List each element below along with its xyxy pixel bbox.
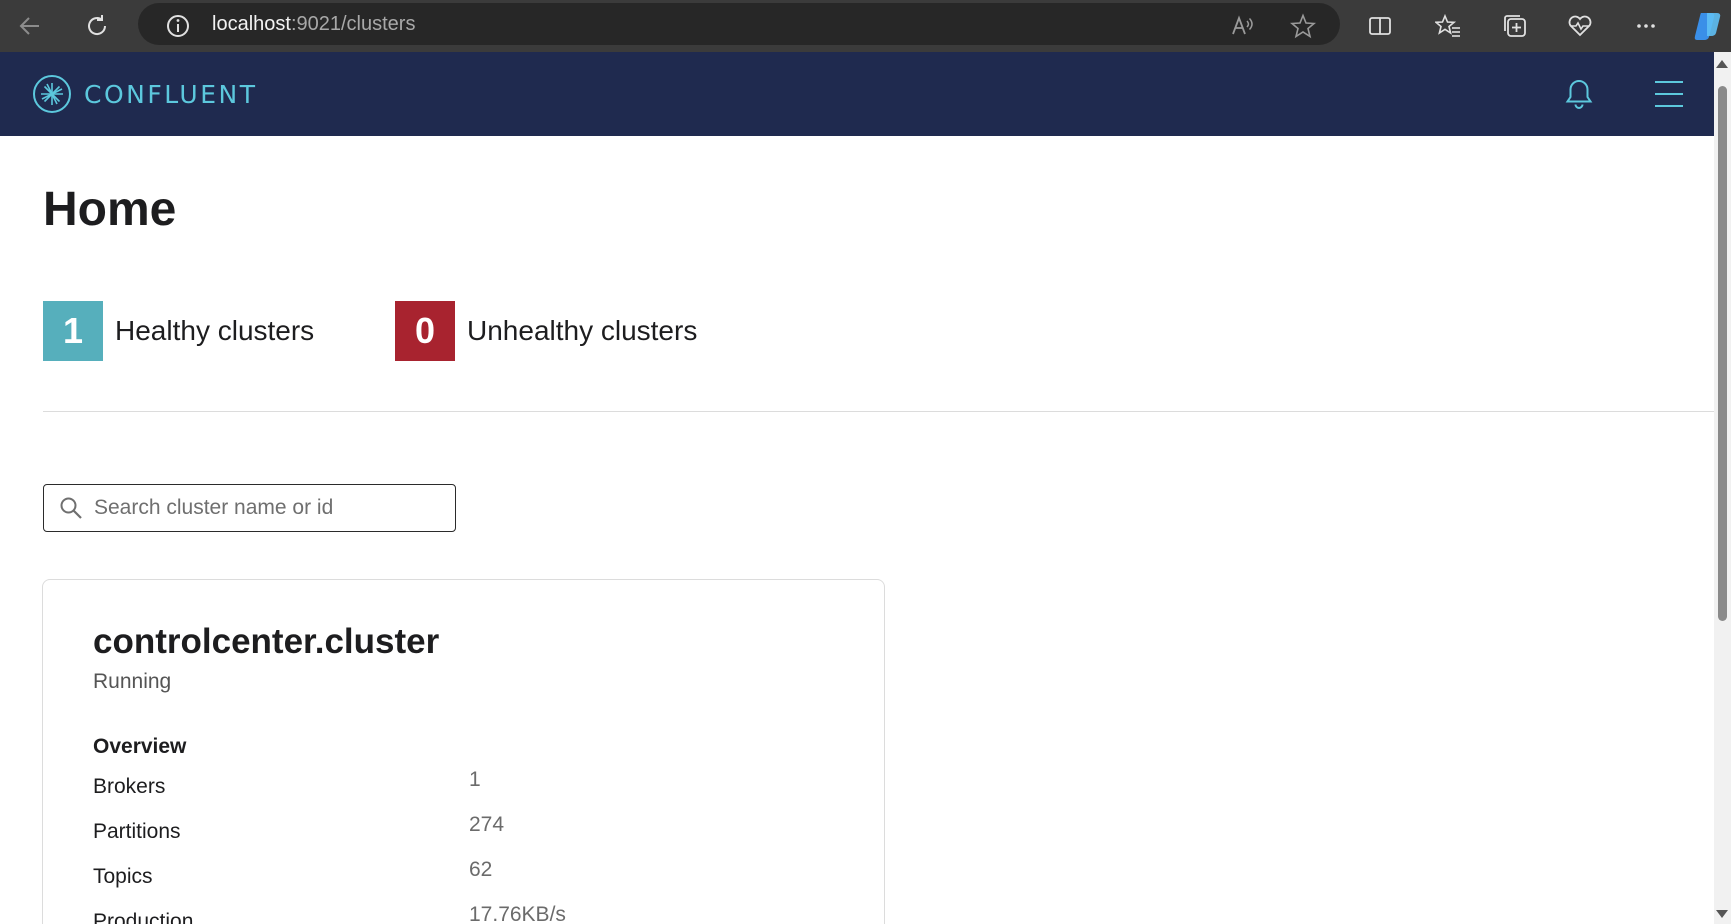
metric-row-production: Production 17.76KB/s (93, 903, 833, 924)
unhealthy-count-badge: 0 (395, 301, 455, 361)
brand-name: CONFLUENT (84, 79, 258, 109)
url-host: localhost (212, 13, 291, 35)
metric-row-topics: Topics 62 (93, 858, 833, 894)
collections-icon[interactable] (1497, 8, 1533, 44)
metric-label: Brokers (93, 775, 166, 798)
section-divider (43, 411, 1714, 412)
metric-value: 17.76KB/s (469, 903, 566, 924)
url-path: :9021/clusters (290, 13, 416, 35)
metric-row-brokers: Brokers 1 (93, 768, 833, 804)
healthy-clusters-label: Healthy clusters (115, 315, 315, 346)
notifications-bell-icon[interactable] (1557, 72, 1601, 116)
metric-label: Topics (93, 865, 153, 888)
search-icon (60, 497, 82, 519)
cluster-card[interactable]: controlcenter.cluster Running Overview B… (42, 579, 885, 924)
cluster-status: Running (93, 670, 172, 693)
metric-label: Partitions (93, 820, 181, 843)
hamburger-menu-icon[interactable] (1647, 72, 1691, 116)
scroll-down-arrow-icon[interactable] (1716, 910, 1728, 918)
metric-label: Production (93, 910, 194, 924)
app-header: CONFLUENT (0, 52, 1714, 136)
metric-value: 1 (469, 768, 481, 791)
unhealthy-clusters-label: Unhealthy clusters (467, 315, 698, 346)
confluent-logo-icon (33, 75, 71, 113)
metric-value: 62 (469, 858, 493, 881)
healthy-count-badge: 1 (43, 301, 103, 361)
cluster-search-input[interactable] (94, 494, 444, 522)
copilot-icon[interactable] (1690, 8, 1726, 44)
read-aloud-icon[interactable] (1225, 8, 1261, 44)
browser-toolbar: localhost:9021/clusters (0, 0, 1731, 52)
browser-essentials-icon[interactable] (1562, 8, 1598, 44)
page-scrollbar[interactable] (1714, 52, 1731, 924)
scroll-up-arrow-icon[interactable] (1716, 60, 1728, 68)
brand-logo[interactable]: CONFLUENT (32, 74, 257, 114)
split-screen-icon[interactable] (1362, 8, 1398, 44)
refresh-icon[interactable] (79, 8, 115, 44)
cluster-name[interactable]: controlcenter.cluster (93, 622, 439, 662)
metric-value: 274 (469, 813, 505, 836)
main-content: Home 1 Healthy clusters 0 Unhealthy clus… (0, 136, 1714, 924)
favorites-list-icon[interactable] (1430, 8, 1466, 44)
more-options-icon[interactable] (1628, 8, 1664, 44)
back-icon[interactable] (12, 8, 48, 44)
metric-row-partitions: Partitions 274 (93, 813, 833, 849)
page-title: Home (43, 183, 177, 236)
info-icon[interactable] (160, 8, 196, 44)
healthy-clusters-stat[interactable]: 1 Healthy clusters (43, 301, 314, 361)
url-text[interactable]: localhost:9021/clusters (212, 12, 415, 36)
page: localhost:9021/clusters CONFLUENT Home 1… (0, 0, 1731, 924)
cluster-search-box[interactable] (43, 484, 456, 532)
unhealthy-clusters-stat[interactable]: 0 Unhealthy clusters (395, 301, 697, 361)
overview-heading: Overview (93, 735, 187, 758)
favorite-star-icon[interactable] (1285, 8, 1321, 44)
scroll-thumb[interactable] (1718, 86, 1727, 621)
